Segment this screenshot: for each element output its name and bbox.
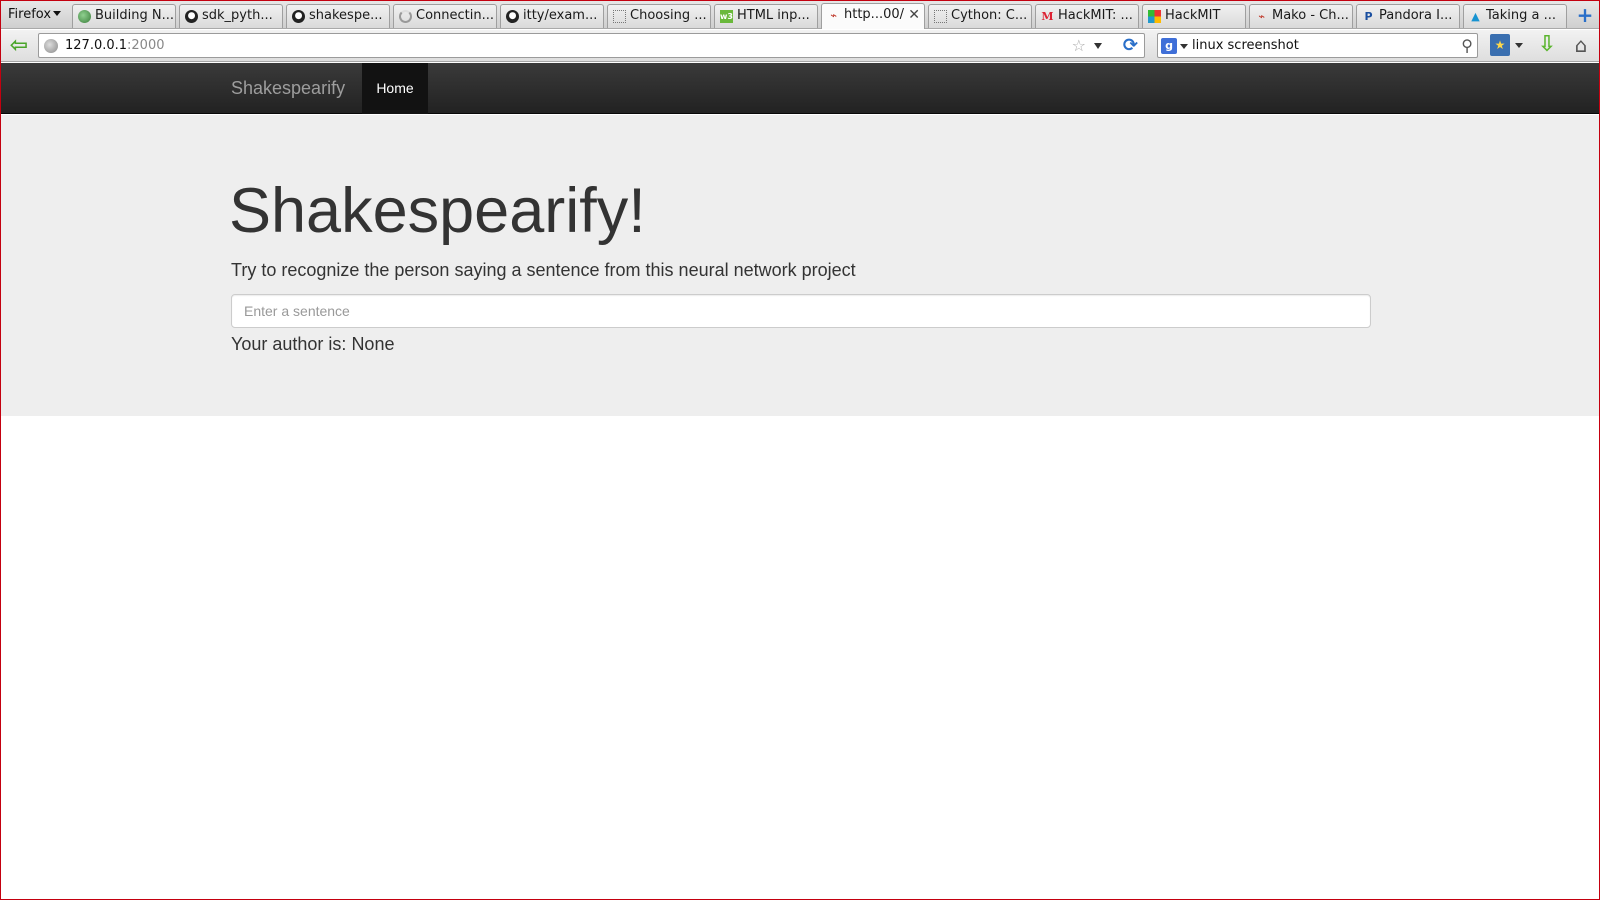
browser-tab[interactable]: ⌁ Mako - Ch... <box>1249 4 1353 28</box>
browser-tab[interactable]: Choosing ... <box>607 4 711 28</box>
url-history-dropdown-icon[interactable] <box>1094 43 1102 49</box>
hackmit-icon <box>1148 10 1161 23</box>
tab-label: HTML inp... <box>737 8 810 23</box>
github-icon: ● <box>506 10 519 23</box>
chevron-down-icon[interactable] <box>1515 43 1523 48</box>
browser-tab[interactable]: ● itty/exam... <box>500 4 604 28</box>
author-result-value: None <box>351 334 395 354</box>
browser-tab[interactable]: ● sdk_pyth... <box>179 4 283 28</box>
python-icon: ⌁ <box>1258 10 1265 23</box>
chevron-down-icon[interactable] <box>1180 44 1188 49</box>
author-result: Your author is: None <box>231 332 394 356</box>
browser-tab[interactable]: M HackMIT: ... <box>1035 4 1139 28</box>
w3schools-icon: w3 <box>720 10 733 23</box>
tab-label: Pandora I... <box>1379 8 1453 23</box>
url-text[interactable]: 127.0.0.1:2000 <box>65 37 165 55</box>
home-icon[interactable]: ⌂ <box>1569 32 1593 58</box>
tab-label: HackMIT <box>1165 8 1221 23</box>
reload-icon[interactable]: ⟳ <box>1123 35 1138 57</box>
navbar-brand[interactable]: Shakespearify <box>231 63 345 114</box>
browser-window: Firefox Building N... ● sdk_pyth... ● shak… <box>0 0 1600 900</box>
tab-label: sdk_pyth... <box>202 8 273 23</box>
github-icon: ● <box>185 10 198 23</box>
browser-tab[interactable]: HackMIT <box>1142 4 1246 28</box>
nav-home-link[interactable]: Home <box>362 63 428 114</box>
browser-tab[interactable]: w3 HTML inp... <box>714 4 818 28</box>
chevron-down-icon <box>53 11 62 16</box>
lead-text: Try to recognize the person saying a sen… <box>231 260 856 280</box>
site-navbar: Shakespearify Home <box>1 63 1599 114</box>
tab-label: shakespe... <box>309 8 383 23</box>
url-port: :2000 <box>127 38 165 53</box>
sentence-input[interactable] <box>231 294 1371 328</box>
downloads-icon[interactable]: ⇩ <box>1535 32 1559 58</box>
url-host: 127.0.0.1 <box>65 38 128 53</box>
globe-icon <box>78 10 91 23</box>
browser-tab[interactable]: Connectin... <box>393 4 497 28</box>
author-result-label: Your author is: <box>231 334 347 354</box>
search-input[interactable] <box>1192 36 1442 55</box>
tab-label: http...00/ <box>844 7 905 22</box>
back-arrow-icon[interactable]: ⇦ <box>7 34 31 58</box>
github-icon: ● <box>292 10 305 23</box>
page-title: Shakespearify! <box>229 176 646 246</box>
new-tab-button[interactable]: + <box>1575 5 1595 25</box>
browser-tab[interactable]: ● shakespe... <box>286 4 390 28</box>
bookmark-star-icon[interactable]: ☆ <box>1072 36 1086 56</box>
search-bar: g ⚲ <box>1157 33 1478 58</box>
url-bar[interactable]: 127.0.0.1:2000 ☆ ⟳ <box>38 33 1145 58</box>
tab-label: Cython: C... <box>951 8 1028 23</box>
tab-label: Connectin... <box>416 8 494 23</box>
blank-page-icon <box>934 10 947 23</box>
browser-tab-active[interactable]: ⌁ http...00/✕ <box>821 3 925 29</box>
tab-label: HackMIT: ... <box>1058 8 1133 23</box>
tab-label: Choosing ... <box>630 8 707 23</box>
firefox-menu-button[interactable]: Firefox <box>3 4 67 26</box>
gmail-icon: M <box>1041 10 1054 23</box>
close-tab-icon[interactable]: ✕ <box>908 8 920 22</box>
site-identity-icon[interactable] <box>44 39 58 53</box>
tab-label: Mako - Ch... <box>1272 8 1349 23</box>
jumbotron: Shakespearify! Try to recognize the pers… <box>1 115 1599 416</box>
tab-label: itty/exam... <box>523 8 598 23</box>
blank-page-icon <box>613 10 626 23</box>
tab-label: Building N... <box>95 8 174 23</box>
python-icon: ⌁ <box>830 9 837 22</box>
browser-tab[interactable]: Cython: C... <box>928 4 1032 28</box>
browser-tab[interactable]: ▲ Taking a ... <box>1463 4 1567 28</box>
loading-icon <box>399 10 412 23</box>
tab-label: Taking a ... <box>1486 8 1557 23</box>
browser-tab[interactable]: P Pandora I... <box>1356 4 1460 28</box>
bookmarks-icon[interactable]: ★ <box>1490 34 1510 56</box>
arch-icon: ▲ <box>1471 10 1480 23</box>
navigation-toolbar: ⇦ 127.0.0.1:2000 ☆ ⟳ g ⚲ ★ ⇩ ⌂ <box>1 30 1599 62</box>
tab-strip: Firefox Building N... ● sdk_pyth... ● shak… <box>1 1 1599 29</box>
pandora-icon: P <box>1364 10 1373 23</box>
browser-tab[interactable]: Building N... <box>72 4 176 28</box>
search-icon[interactable]: ⚲ <box>1461 35 1473 57</box>
firefox-menu-label: Firefox <box>8 7 52 22</box>
google-search-engine-icon[interactable]: g <box>1161 38 1177 54</box>
